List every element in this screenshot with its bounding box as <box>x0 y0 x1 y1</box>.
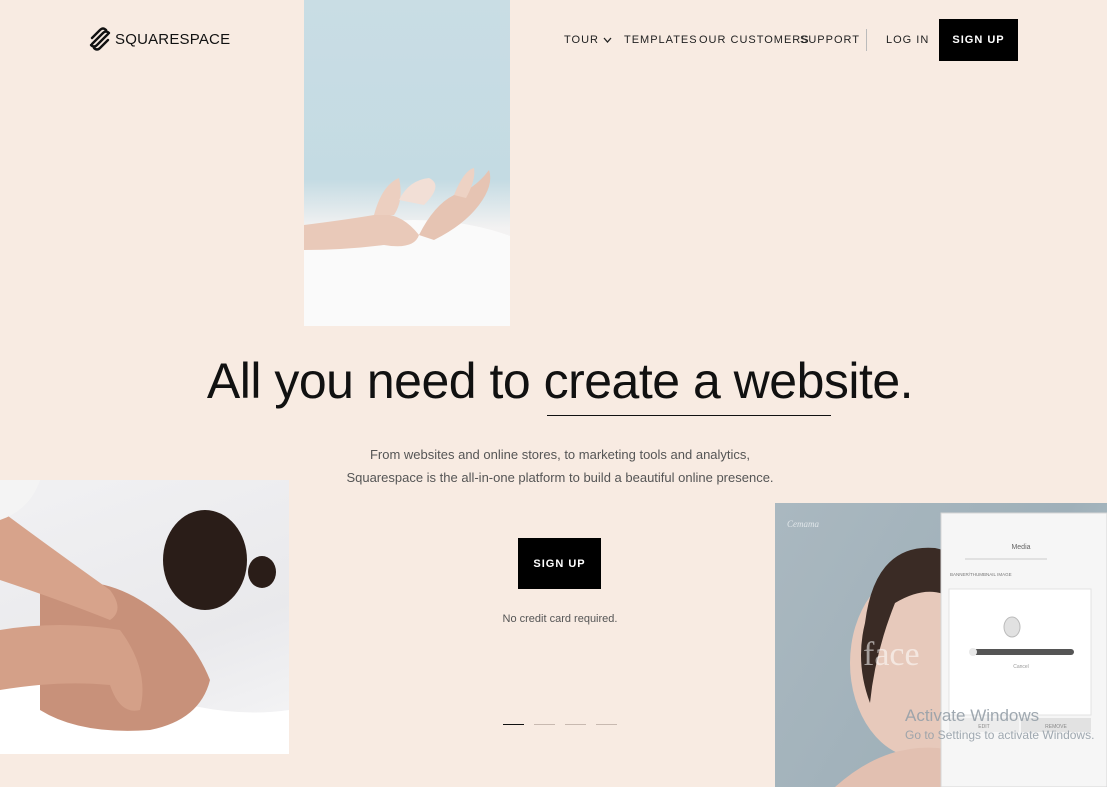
activate-windows-subtitle: Go to Settings to activate Windows. <box>905 728 1095 742</box>
hero-headline: All you need to create a website. <box>0 352 1107 410</box>
nav-our-customers[interactable]: OUR CUSTOMERS <box>699 34 810 46</box>
hero-signup-button[interactable]: SIGN UP <box>518 538 601 589</box>
squarespace-logo-icon <box>89 27 111 51</box>
hero-photo-hands <box>304 0 510 326</box>
editor-preview: Cemama face Media BANNER/THUMBNAIL IMAGE… <box>775 503 1107 787</box>
carousel-dot[interactable] <box>565 724 586 725</box>
carousel-dot[interactable] <box>596 724 617 725</box>
editor-preview-illustration: Cemama face Media BANNER/THUMBNAIL IMAGE… <box>787 512 1107 787</box>
hands-illustration <box>304 168 510 326</box>
nav-divider <box>866 29 867 51</box>
hero-photo-massage <box>0 480 289 754</box>
hero-subtitle-line1: From websites and online stores, to mark… <box>369 447 751 462</box>
nav-tour[interactable]: TOUR <box>564 34 612 46</box>
nav-tour-label: TOUR <box>564 34 599 46</box>
activate-windows-watermark: Activate Windows Go to Settings to activ… <box>905 706 1094 742</box>
header-signup-button[interactable]: SIGN UP <box>939 19 1018 61</box>
nav-login[interactable]: LOG IN <box>886 34 929 46</box>
chevron-down-icon <box>603 37 612 43</box>
media-section-label: BANNER/THUMBNAIL IMAGE <box>950 572 1012 577</box>
media-panel-title: Media <box>1011 544 1030 551</box>
top-navigation: SQUARESPACE TOUR TEMPLATES OUR CUSTOMERS… <box>0 0 1107 80</box>
brand-logo[interactable]: SQUARESPACE <box>89 27 230 51</box>
nav-support[interactable]: SUPPORT <box>800 34 860 46</box>
massage-illustration <box>0 480 289 754</box>
nav-templates[interactable]: TEMPLATES <box>624 34 698 46</box>
headline-emphasis: create a website. <box>543 353 914 409</box>
media-cancel-label: Cancel <box>1013 664 1029 670</box>
headline-start: All you need to <box>206 353 544 409</box>
carousel-dot[interactable] <box>534 724 555 725</box>
carousel-dot[interactable] <box>503 724 524 725</box>
editor-site-name: Cemama <box>787 519 819 529</box>
editor-overlay-word: face <box>863 636 920 673</box>
carousel-indicators <box>503 724 617 725</box>
activate-windows-title: Activate Windows <box>905 706 1040 725</box>
headline-underline <box>547 415 831 416</box>
brand-name: SQUARESPACE <box>115 30 231 48</box>
